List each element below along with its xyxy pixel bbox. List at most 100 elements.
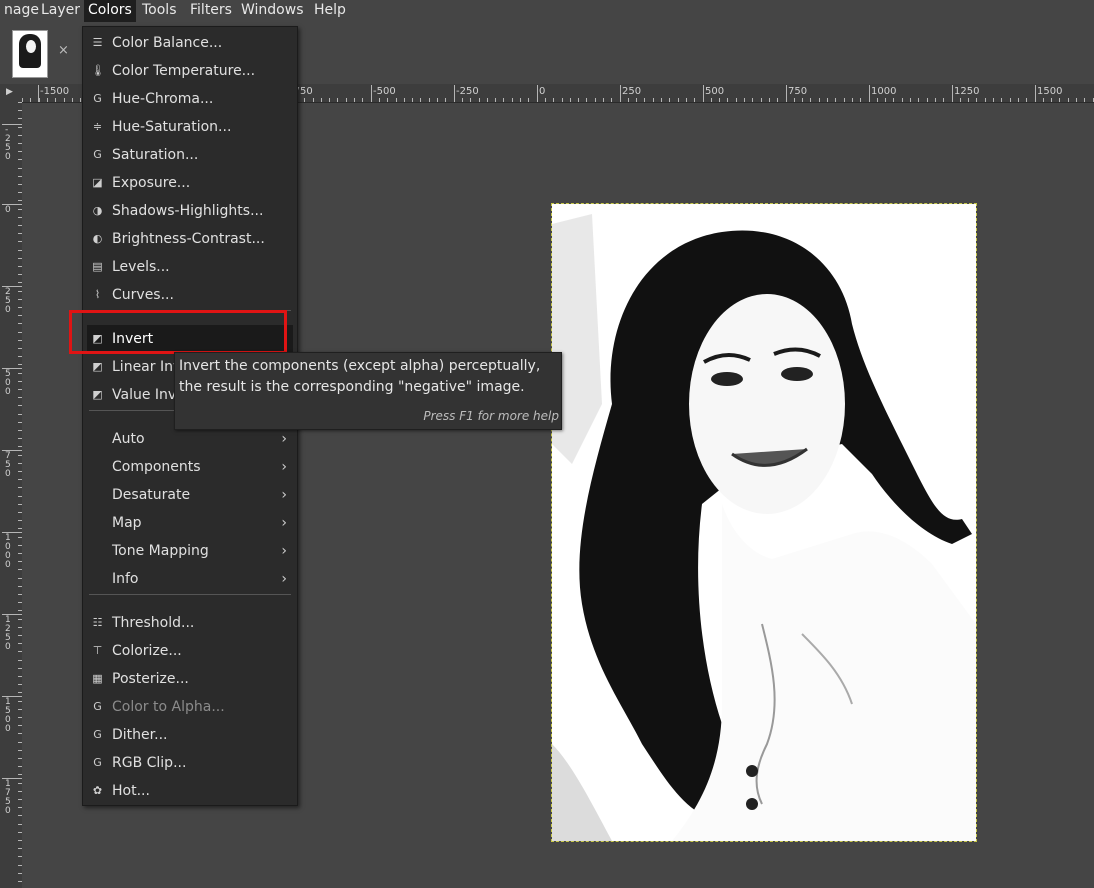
- ruler-minor-tick: [362, 98, 363, 102]
- ruler-minor-tick: [744, 98, 745, 102]
- curves-icon: ⌇: [94, 288, 101, 301]
- threshold-icon: ☷: [92, 616, 103, 629]
- ruler-minor-tick: [570, 98, 571, 102]
- menu-item-posterize[interactable]: ▦ Posterize...: [87, 665, 293, 693]
- ruler-minor-tick: [1010, 98, 1011, 102]
- ruler-minor-tick: [719, 98, 720, 102]
- ruler-minor-tick: [985, 98, 986, 102]
- triangle-right-icon: ▶: [6, 87, 13, 97]
- ruler-label: 0: [5, 205, 11, 215]
- ruler-minor-tick: [686, 98, 687, 102]
- menu-item-label: Exposure...: [112, 175, 191, 191]
- ruler-minor-tick: [337, 98, 338, 102]
- menu-item-desaturate[interactable]: Desaturate ›: [87, 481, 293, 509]
- ruler-label: 1250: [5, 615, 11, 652]
- ruler-minor-tick: [819, 98, 820, 102]
- menu-item-curves[interactable]: ⌇ Curves...: [87, 281, 293, 309]
- ruler-minor-tick: [1051, 98, 1052, 102]
- ruler-minor-tick: [952, 98, 953, 102]
- ruler-minor-tick: [495, 98, 496, 102]
- menu-item-label: Hue-Saturation...: [112, 119, 232, 135]
- ruler-minor-tick: [487, 98, 488, 102]
- menu-item-saturation[interactable]: G Saturation...: [87, 141, 293, 169]
- menubar: nage Layer Colors Tools Filters Windows …: [0, 0, 1094, 22]
- ruler-minor-tick: [462, 98, 463, 102]
- ruler-minor-tick: [976, 98, 977, 102]
- menu-item-label: Map: [112, 515, 142, 531]
- ruler-minor-tick: [860, 98, 861, 102]
- image-thumbnail[interactable]: [12, 30, 48, 78]
- menu-item-label: RGB Clip...: [112, 755, 187, 771]
- menu-windows[interactable]: Windows: [237, 0, 308, 22]
- ruler-minor-tick: [545, 98, 546, 102]
- gegl-icon: G: [93, 700, 102, 713]
- tooltip-line-2: the result is the corresponding "negativ…: [179, 379, 525, 395]
- ruler-minor-tick: [943, 98, 944, 102]
- ruler-minor-tick: [586, 98, 587, 102]
- menu-item-label: Threshold...: [112, 615, 195, 631]
- menu-item-info[interactable]: Info ›: [87, 565, 293, 593]
- menu-item-dither[interactable]: G Dither...: [87, 721, 293, 749]
- ruler-minor-tick: [1018, 98, 1019, 102]
- ruler-minor-tick: [346, 98, 347, 102]
- ruler-minor-tick: [636, 98, 637, 102]
- menu-item-label: Shadows-Highlights...: [112, 203, 264, 219]
- ruler-corner-button[interactable]: ▶: [0, 84, 23, 102]
- ruler-minor-tick: [1068, 98, 1069, 102]
- menu-filters[interactable]: Filters: [186, 0, 236, 22]
- ruler-minor-tick: [802, 98, 803, 102]
- menu-item-exposure[interactable]: ◪ Exposure...: [87, 169, 293, 197]
- menu-item-label: Posterize...: [112, 671, 189, 687]
- thermometer-icon: 🌡: [91, 64, 105, 77]
- ruler-label: -1500: [40, 86, 70, 97]
- menu-item-rgb-clip[interactable]: G RGB Clip...: [87, 749, 293, 777]
- ruler-minor-tick: [479, 98, 480, 102]
- menu-item-hue-saturation[interactable]: ≑ Hue-Saturation...: [87, 113, 293, 141]
- ruler-minor-tick: [794, 98, 795, 102]
- ruler-minor-tick: [678, 98, 679, 102]
- menu-item-label: Color to Alpha...: [112, 699, 225, 715]
- ruler-minor-tick: [72, 98, 73, 102]
- ruler-minor-tick: [653, 98, 654, 102]
- close-icon[interactable]: ×: [58, 44, 72, 58]
- menu-item-hot[interactable]: ✿ Hot...: [87, 777, 293, 805]
- image-canvas-photo[interactable]: [551, 203, 977, 842]
- ruler-minor-tick: [935, 98, 936, 102]
- menu-item-hue-chroma[interactable]: G Hue-Chroma...: [87, 85, 293, 113]
- menu-item-label: Curves...: [112, 287, 174, 303]
- menu-item-brightness-contrast[interactable]: ◐ Brightness-Contrast...: [87, 225, 293, 253]
- menu-item-tone-mapping[interactable]: Tone Mapping ›: [87, 537, 293, 565]
- invert-icon: ◩: [92, 388, 103, 401]
- ruler-minor-tick: [321, 98, 322, 102]
- menu-item-color-temperature[interactable]: 🌡 Color Temperature...: [87, 57, 293, 85]
- menu-item-map[interactable]: Map ›: [87, 509, 293, 537]
- menu-item-label: Saturation...: [112, 147, 199, 163]
- ruler-minor-tick: [404, 98, 405, 102]
- ruler-minor-tick: [445, 98, 446, 102]
- menu-help[interactable]: Help: [310, 0, 350, 22]
- ruler-minor-tick: [1084, 98, 1085, 102]
- ruler-label: 500: [705, 86, 725, 97]
- menu-item-color-to-alpha[interactable]: G Color to Alpha...: [87, 693, 293, 721]
- menu-item-levels[interactable]: ▤ Levels...: [87, 253, 293, 281]
- menu-item-threshold[interactable]: ☷ Threshold...: [87, 609, 293, 637]
- chevron-right-icon: ›: [281, 571, 287, 587]
- menu-layer[interactable]: Layer: [37, 0, 84, 22]
- ruler-minor-tick: [810, 98, 811, 102]
- menu-tools[interactable]: Tools: [138, 0, 181, 22]
- invert-icon: ◩: [92, 360, 103, 373]
- ruler-minor-tick: [80, 98, 81, 102]
- ruler-minor-tick: [454, 98, 455, 102]
- ruler-minor-tick: [313, 98, 314, 102]
- menu-item-label: Linear Inv: [112, 359, 182, 375]
- menu-colors[interactable]: Colors: [84, 0, 136, 22]
- ruler-minor-tick: [420, 98, 421, 102]
- ruler-label: 1000: [5, 533, 11, 570]
- menu-item-color-balance[interactable]: ☰ Color Balance...: [87, 29, 293, 57]
- menu-item-components[interactable]: Components ›: [87, 453, 293, 481]
- menu-item-colorize[interactable]: ⊤ Colorize...: [87, 637, 293, 665]
- menu-item-label: Colorize...: [112, 643, 182, 659]
- ruler-label: 750: [5, 451, 11, 479]
- menu-item-shadows-highlights[interactable]: ◑ Shadows-Highlights...: [87, 197, 293, 225]
- vertical-ruler[interactable]: -250 0 250 500 750 1000 1250 1500 1750: [0, 102, 23, 888]
